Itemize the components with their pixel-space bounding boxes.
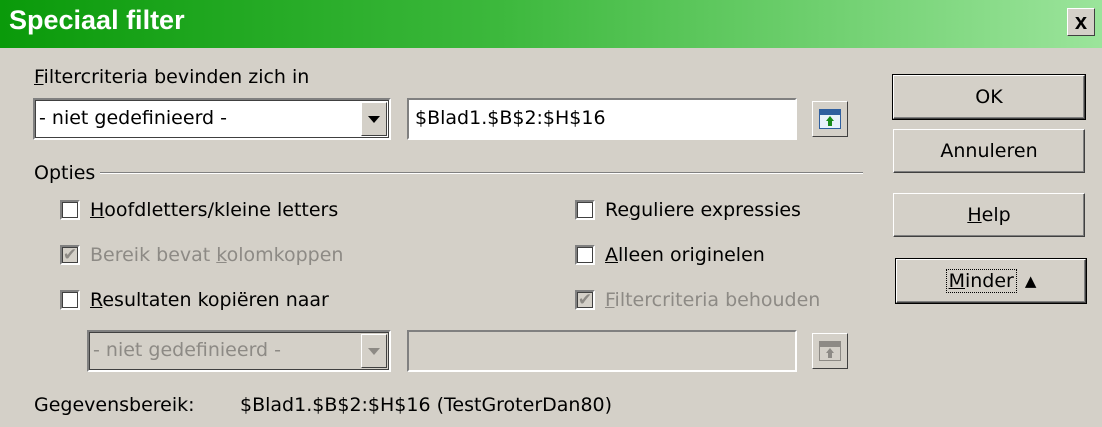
less-button[interactable]: Minder ▲ (895, 258, 1087, 304)
help-button[interactable]: Help (893, 193, 1085, 237)
case-sensitive-label: Hoofdletters/kleine letters (90, 199, 339, 221)
close-button[interactable]: x (1067, 8, 1095, 36)
header-row-checkbox[interactable]: ✔ (60, 245, 80, 265)
criteria-named-range-value: - niet gedefinieerd - (39, 107, 227, 129)
double-up-arrow-icon: ▲ (1024, 272, 1037, 290)
chevron-down-icon (368, 347, 380, 355)
copy-named-range-value: - niet gedefinieerd - (93, 339, 281, 361)
criteria-dropdown-button[interactable] (361, 102, 387, 136)
dialog-title: Speciaal filter (9, 5, 185, 35)
options-section-label: Opties (34, 162, 96, 184)
options-separator (100, 172, 863, 174)
ok-button[interactable]: OK (892, 74, 1086, 120)
shrink-icon (819, 341, 841, 361)
regex-label: Reguliere expressies (605, 199, 801, 221)
help-mnemonic: H (967, 204, 982, 226)
criteria-label-text: iltercriteria bevinden zich in (43, 66, 310, 88)
chevron-down-icon (368, 115, 380, 123)
copy-named-range-select[interactable]: - niet gedefinieerd - (87, 330, 391, 372)
data-range-label: Gegevensbereik: (34, 394, 195, 416)
copy-results-label: Resultaten kopiëren naar (90, 289, 329, 311)
help-label: elp (981, 204, 1011, 226)
copy-results-checkbox[interactable] (60, 290, 80, 310)
unique-label: Alleen originelen (605, 244, 765, 266)
cancel-button[interactable]: Annuleren (893, 129, 1085, 173)
less-label: Minder (945, 269, 1017, 293)
header-row-label: Bereik bevat kolomkoppen (90, 244, 344, 266)
copy-dropdown-button[interactable] (361, 334, 387, 368)
criteria-label: Filtercriteria bevinden zich in (34, 66, 309, 88)
case-sensitive-checkbox[interactable] (60, 200, 80, 220)
copy-target-shrink-button[interactable] (812, 333, 848, 369)
checkmark-icon: ✔ (577, 289, 593, 310)
criteria-range-value: $Blad1.$B$2:$H$16 (415, 107, 606, 129)
unique-checkbox[interactable] (575, 245, 595, 265)
keep-criteria-checkbox[interactable]: ✔ (575, 290, 595, 310)
shrink-icon (819, 109, 841, 129)
criteria-shrink-button[interactable] (812, 101, 848, 137)
criteria-range-input[interactable]: $Blad1.$B$2:$H$16 (407, 98, 797, 140)
copy-target-input[interactable] (407, 330, 797, 372)
keep-criteria-label: Filtercriteria behouden (605, 289, 821, 311)
criteria-named-range-select[interactable]: - niet gedefinieerd - (33, 98, 391, 140)
checkmark-icon: ✔ (62, 244, 78, 265)
criteria-label-mnemonic: F (34, 66, 44, 88)
data-range-value: $Blad1.$B$2:$H$16 (TestGroterDan80) (240, 394, 613, 416)
regex-checkbox[interactable] (575, 200, 595, 220)
